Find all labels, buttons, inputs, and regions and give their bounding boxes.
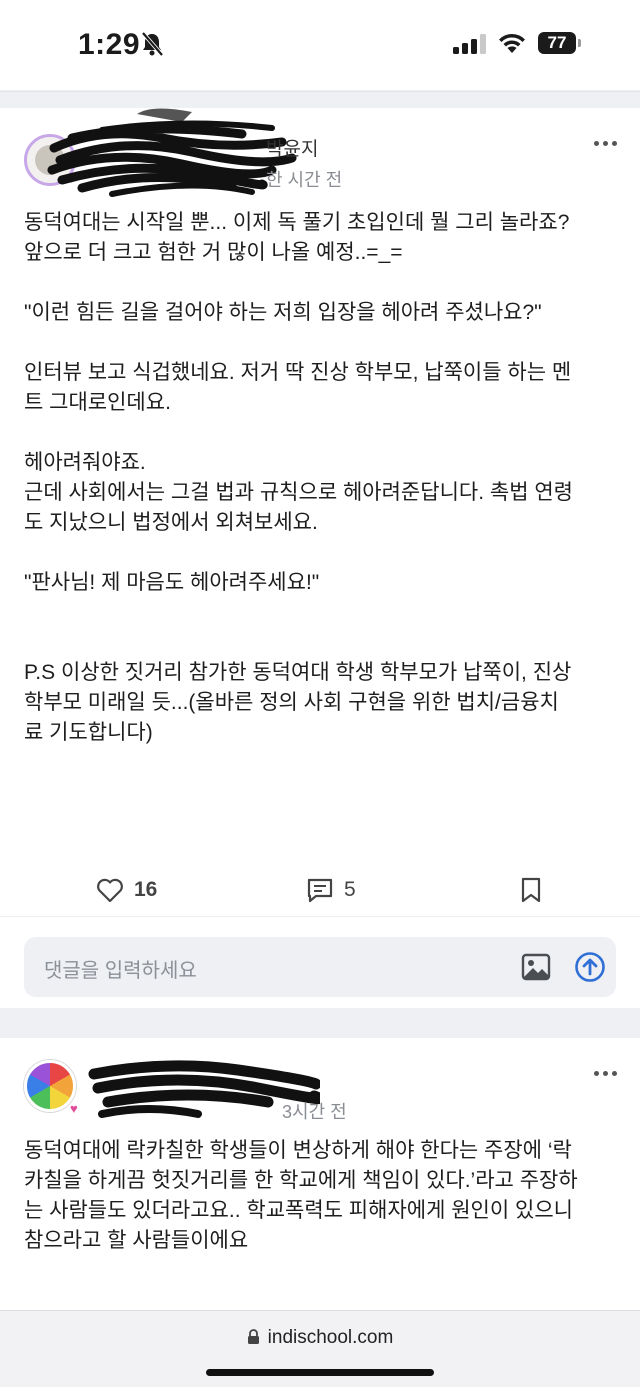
author-name[interactable]: 박윤지 [266,134,318,161]
post-line: 앞으로 더 크고 험한 거 많이 나올 예정..=_= [24,241,403,264]
comment-icon [307,878,333,903]
home-indicator[interactable] [206,1369,434,1376]
post-card: ♥ 박윤지 한 시간 전 동덕여대는 시작일 뿐... 이제 독 풀기 초입인데… [0,108,640,916]
post-body: 동덕여대는 시작일 뿐... 이제 독 풀기 초입인데 뭘 그리 놀라죠? 앞으… [24,208,620,748]
post-line: "이런 힘든 길을 걸어야 하는 저희 입장을 헤아려 주셨나요?" [24,301,542,324]
post-time: 한 시간 전 [266,170,343,190]
bookmark-icon [521,877,541,903]
comment-count: 5 [344,878,356,901]
post-line: 근데 사회에서는 그걸 법과 규칙으로 헤아려준답니다. 촉법 연령 [24,481,573,504]
url-text: indischool.com [267,1327,394,1348]
post-line: 동덕여대에 락카칠한 학생들이 변상하게 해야 한다는 주장에 ‘락 [24,1139,572,1162]
like-button[interactable]: 16 [96,876,157,904]
url-display[interactable]: indischool.com [0,1327,640,1349]
post-line: 헤아려줘야죠. [24,451,146,474]
bookmark-button[interactable] [520,876,542,904]
post-line: 도 지났으니 법정에서 외쳐보세요. [24,511,318,534]
post-line: 는 사람들도 있더라고요.. 학교폭력도 피해자에게 원인이 있으니 [24,1199,573,1222]
post-line: 동덕여대는 시작일 뿐... 이제 독 풀기 초입인데 뭘 그리 놀라죠? [24,211,570,234]
post-card: ♥ 3시간 전 동덕여대에 락카칠한 학생들이 변상하게 해야 한다는 주장에 … [0,1038,640,1310]
author-avatar[interactable] [24,1060,76,1112]
like-count: 16 [134,878,158,901]
post-line: P.S 이상한 짓거리 참가한 동덕여대 학생 학부모가 납쭉이, 진상 [24,661,572,684]
lock-icon [247,1329,259,1344]
comment-area: 댓글을 입력하세요 [0,916,640,1008]
post-line: 인터뷰 보고 식겁했네요. 저거 딱 진상 학부모, 납쭉이들 하는 멘 [24,361,572,384]
heart-icon [97,878,123,903]
heart-badge-icon: ♥ [70,1101,78,1116]
comment-placeholder: 댓글을 입력하세요 [44,960,197,982]
comment-button[interactable]: 5 [306,876,356,904]
comment-input[interactable]: 댓글을 입력하세요 [24,937,616,997]
post-action-bar: 16 5 [0,870,640,910]
post-line: 학부모 미래일 듯...(올바른 정의 사회 구현을 위한 법치/금융치 [24,691,559,714]
browser-bottom-bar: indischool.com [0,1310,640,1387]
image-attach-icon[interactable] [521,953,551,981]
post-time: 3시간 전 [282,1102,347,1122]
post-body: 동덕여대에 락카칠한 학생들이 변상하게 해야 한다는 주장에 ‘락 카칠을 하… [24,1136,620,1256]
post-line: "판사님! 제 마음도 헤아려주세요!" [24,571,320,594]
post-line: 료 기도합니다) [24,721,153,744]
submit-arrow-icon[interactable] [574,951,606,983]
more-options-icon[interactable] [592,138,620,150]
more-options-icon[interactable] [592,1068,620,1080]
post-line: 트 그대로인데요. [24,391,171,414]
post-line: 참으라고 할 사람들이에요 [24,1229,249,1252]
previous-card-edge [0,0,640,92]
post-line: 카칠을 하게끔 헛짓거리를 한 학교에게 책임이 있다.’라고 주장하 [24,1169,578,1192]
